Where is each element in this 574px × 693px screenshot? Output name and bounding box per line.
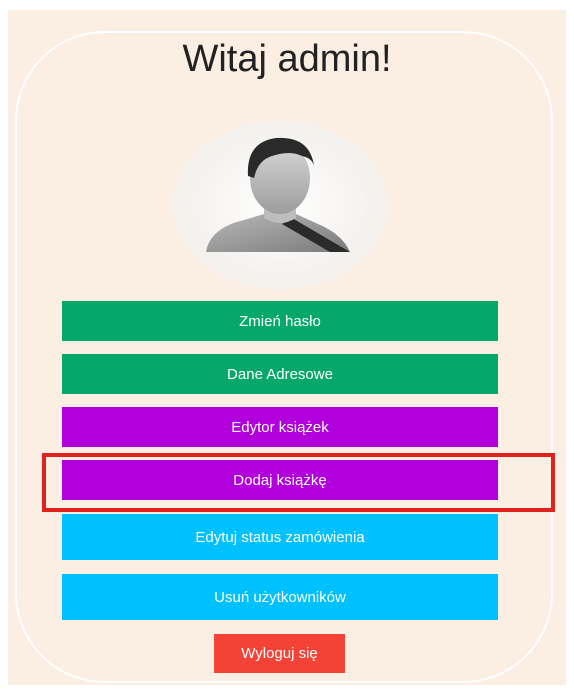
book-editor-button[interactable]: Edytor książek: [62, 407, 498, 447]
order-status-button[interactable]: Edytuj status zamówienia: [62, 514, 498, 560]
page-title: Witaj admin!: [182, 38, 392, 80]
change-password-button[interactable]: Zmień hasło: [62, 301, 498, 341]
highlight-box: [42, 453, 555, 512]
user-avatar-icon: [172, 120, 388, 290]
address-data-button[interactable]: Dane Adresowe: [62, 354, 498, 394]
delete-users-button[interactable]: Usuń użytkowników: [62, 574, 498, 620]
logout-button[interactable]: Wyloguj się: [214, 634, 345, 673]
